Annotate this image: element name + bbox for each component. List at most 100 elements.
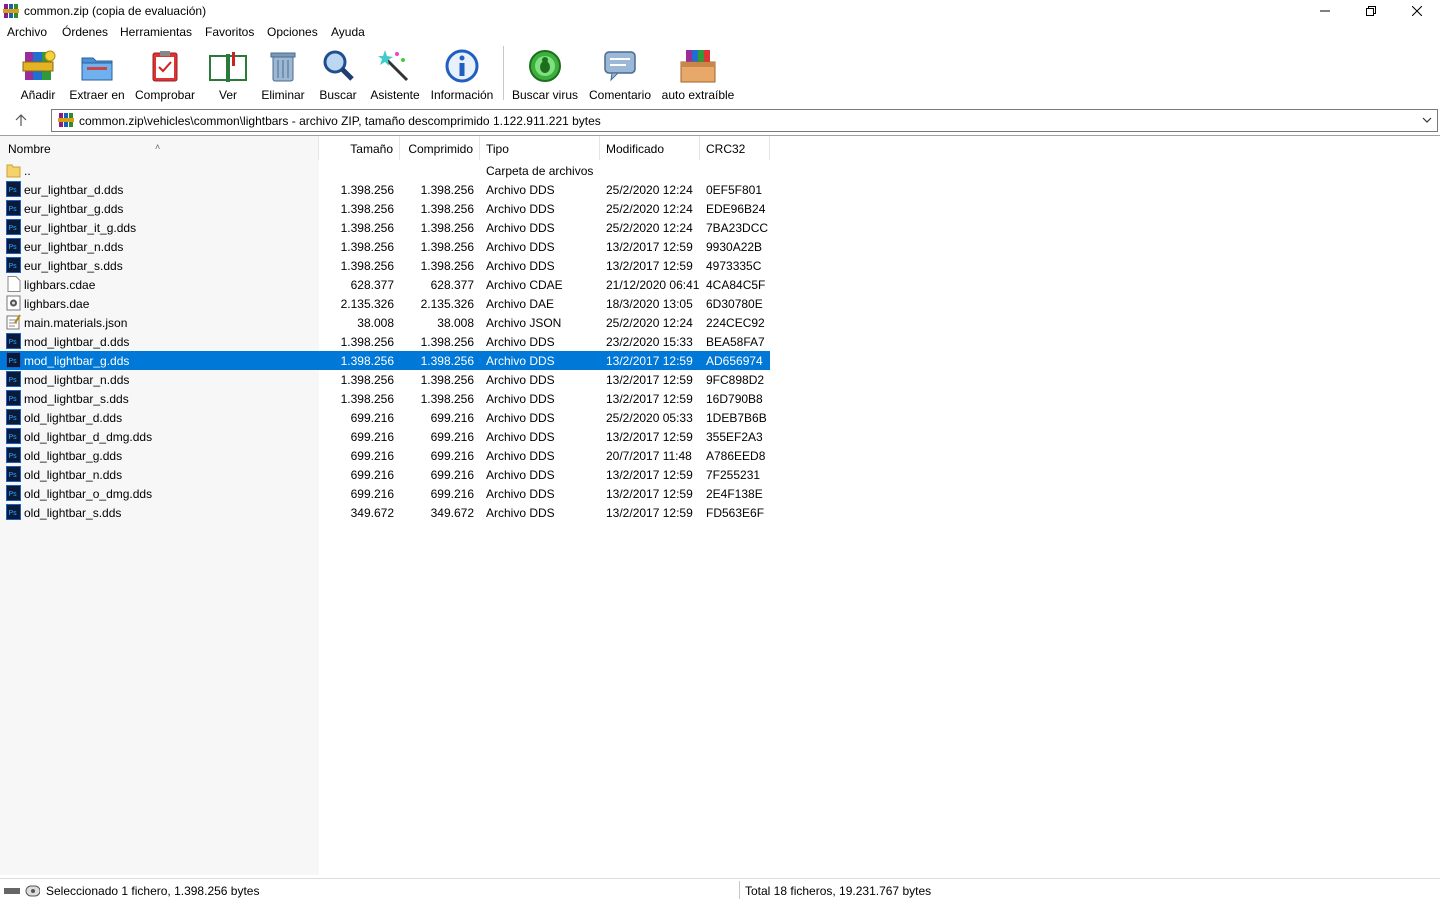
file-row[interactable]: Ps old_lightbar_n.dds 699.216 699.216 Archiv…	[0, 465, 770, 484]
file-packed: 628.377	[430, 278, 474, 292]
chevron-down-icon[interactable]	[1421, 114, 1433, 126]
file-row[interactable]: Ps eur_lightbar_n.dds 1.398.256 1.398.256 Ar…	[0, 237, 770, 256]
column-crc-label: CRC32	[706, 142, 746, 156]
file-row[interactable]: Ps eur_lightbar_d.dds 1.398.256 1.398.256 Ar…	[0, 180, 770, 199]
sfx-button[interactable]: auto extraíble	[660, 48, 736, 102]
up-arrow-icon[interactable]	[13, 112, 29, 128]
svg-text:Ps: Ps	[9, 339, 18, 346]
restore-button[interactable]	[1348, 0, 1394, 22]
file-name: lighbars.dae	[24, 297, 90, 311]
restore-icon	[1366, 6, 1376, 16]
menu-opciones[interactable]: Opciones	[267, 25, 318, 39]
file-type: Archivo DAE	[486, 297, 555, 311]
column-header-size[interactable]: Tamaño	[319, 136, 400, 160]
file-row[interactable]: Ps old_lightbar_d_dmg.dds 699.216 699.216 Ar…	[0, 427, 770, 446]
file-row[interactable]: Ps eur_lightbar_it_g.dds 1.398.256 1.398.25…	[0, 218, 770, 237]
file-size: 699.216	[350, 411, 394, 425]
comment-button[interactable]: Comentario	[586, 48, 654, 102]
column-header-crc[interactable]: CRC32	[700, 136, 770, 160]
file-row-selected[interactable]: Ps mod_lightbar_g.dds 1.398.256 1.398.256 Ar…	[0, 351, 770, 370]
file-row[interactable]: Ps old_lightbar_d.dds 699.216 699.216 Archiv…	[0, 408, 770, 427]
file-modified: 25/2/2020 12:24	[606, 202, 693, 216]
title-bar: common.zip (copia de evaluación)	[0, 0, 1440, 22]
test-button[interactable]: Comprobar	[132, 48, 198, 102]
file-packed: 1.398.256	[420, 373, 474, 387]
add-archive-icon	[22, 50, 56, 80]
wizard-wand-icon	[378, 50, 409, 82]
file-crc: 7BA23DCC	[706, 221, 769, 235]
file-type: Archivo JSON	[486, 316, 562, 330]
add-button[interactable]: Añadir	[14, 48, 62, 102]
toolbar: Añadir Extraer en Comprobar Ver Eliminar…	[0, 42, 1440, 104]
file-size: 1.398.256	[340, 202, 394, 216]
file-row[interactable]: Ps eur_lightbar_g.dds 1.398.256 1.398.256 Ar…	[0, 199, 770, 218]
file-type: Carpeta de archivos	[486, 164, 594, 178]
comment-label: Comentario	[588, 88, 652, 102]
test-label: Comprobar	[134, 88, 196, 102]
file-modified: 13/2/2017 12:59	[606, 506, 693, 520]
file-packed: 699.216	[430, 487, 474, 501]
file-row[interactable]: lighbars.dae 2.135.326 2.135.326 Archivo DA…	[0, 294, 770, 313]
minimize-button[interactable]	[1302, 0, 1348, 22]
file-size: 1.398.256	[340, 373, 394, 387]
view-button[interactable]: Ver	[205, 48, 251, 102]
column-header-type[interactable]: Tipo	[480, 136, 600, 160]
file-row[interactable]: main.materials.json 38.008 38.008 Archivo J…	[0, 313, 770, 332]
status-separator	[739, 881, 740, 899]
file-row[interactable]: Ps mod_lightbar_s.dds 1.398.256 1.398.256 Ar…	[0, 389, 770, 408]
delete-button[interactable]: Eliminar	[259, 48, 307, 102]
virus-scan-button[interactable]: Buscar virus	[512, 48, 578, 102]
photoshop-file-icon: Ps	[6, 181, 21, 197]
svg-text:Ps: Ps	[9, 472, 18, 479]
virus-scan-label: Buscar virus	[512, 88, 579, 102]
file-name: old_lightbar_g.dds	[24, 449, 123, 463]
file-type: Archivo DDS	[486, 202, 555, 216]
info-button[interactable]: Información	[428, 48, 496, 102]
extract-to-label: Extraer en	[69, 88, 125, 102]
file-type: Archivo CDAE	[486, 278, 563, 292]
menu-ayuda[interactable]: Ayuda	[331, 25, 365, 39]
file-row[interactable]: Ps old_lightbar_o_dmg.dds 699.216 699.216 Ar…	[0, 484, 770, 503]
file-row[interactable]: Ps mod_lightbar_n.dds 1.398.256 1.398.256 Ar…	[0, 370, 770, 389]
menu-ordenes[interactable]: Órdenes	[62, 25, 108, 39]
virus-scan-icon	[529, 50, 561, 82]
file-modified: 13/2/2017 12:59	[606, 468, 693, 482]
column-header-packed[interactable]: Comprimido	[400, 136, 480, 160]
file-row[interactable]: Ps mod_lightbar_d.dds 1.398.256 1.398.256 Ar…	[0, 332, 770, 351]
file-size: 1.398.256	[340, 335, 394, 349]
photoshop-file-icon: Ps	[6, 257, 21, 273]
menu-favoritos[interactable]: Favoritos	[205, 25, 254, 39]
path-combobox[interactable]: common.zip\vehicles\common\lightbars - a…	[51, 109, 1438, 132]
file-row[interactable]: Ps old_lightbar_g.dds 699.216 699.216 Archiv…	[0, 446, 770, 465]
dae-file-icon	[6, 295, 21, 311]
file-crc: 1DEB7B6B	[706, 411, 767, 425]
close-icon	[1412, 6, 1422, 16]
column-type-label: Tipo	[486, 142, 509, 156]
menu-archivo[interactable]: Archivo	[7, 25, 47, 39]
file-packed: 1.398.256	[420, 259, 474, 273]
file-list: Nombre ˄ Tamaño Comprimido Tipo Modificad…	[0, 135, 1440, 876]
column-header-name[interactable]: Nombre ˄	[0, 136, 319, 160]
file-row[interactable]: lighbars.cdae 628.377 628.377 Archivo CDAE 2…	[0, 275, 770, 294]
file-name: main.materials.json	[24, 316, 128, 330]
json-file-icon	[6, 314, 21, 330]
svg-text:Ps: Ps	[9, 453, 18, 460]
extract-to-button[interactable]: Extraer en	[67, 48, 127, 102]
file-row[interactable]: .. Carpeta de archivos	[0, 161, 770, 180]
file-name: mod_lightbar_g.dds	[24, 354, 130, 368]
wizard-button[interactable]: Asistente	[369, 48, 421, 102]
file-row[interactable]: Ps eur_lightbar_s.dds 1.398.256 1.398.256 Ar…	[0, 256, 770, 275]
file-crc: 355EF2A3	[706, 430, 763, 444]
status-total: Total 18 ficheros, 19.231.767 bytes	[745, 884, 932, 898]
svg-text:Ps: Ps	[9, 187, 18, 194]
sfx-label: auto extraíble	[661, 88, 735, 102]
file-modified: 13/2/2017 12:59	[606, 240, 693, 254]
find-button[interactable]: Buscar	[316, 48, 360, 102]
photoshop-file-icon: Ps	[6, 504, 21, 520]
svg-text:Ps: Ps	[9, 377, 18, 384]
file-crc: 9930A22B	[706, 240, 763, 254]
menu-herramientas[interactable]: Herramientas	[120, 25, 192, 39]
column-header-modified[interactable]: Modificado	[600, 136, 700, 160]
close-button[interactable]	[1394, 0, 1440, 22]
file-row[interactable]: Ps old_lightbar_s.dds 349.672 349.672 Archiv…	[0, 503, 770, 522]
